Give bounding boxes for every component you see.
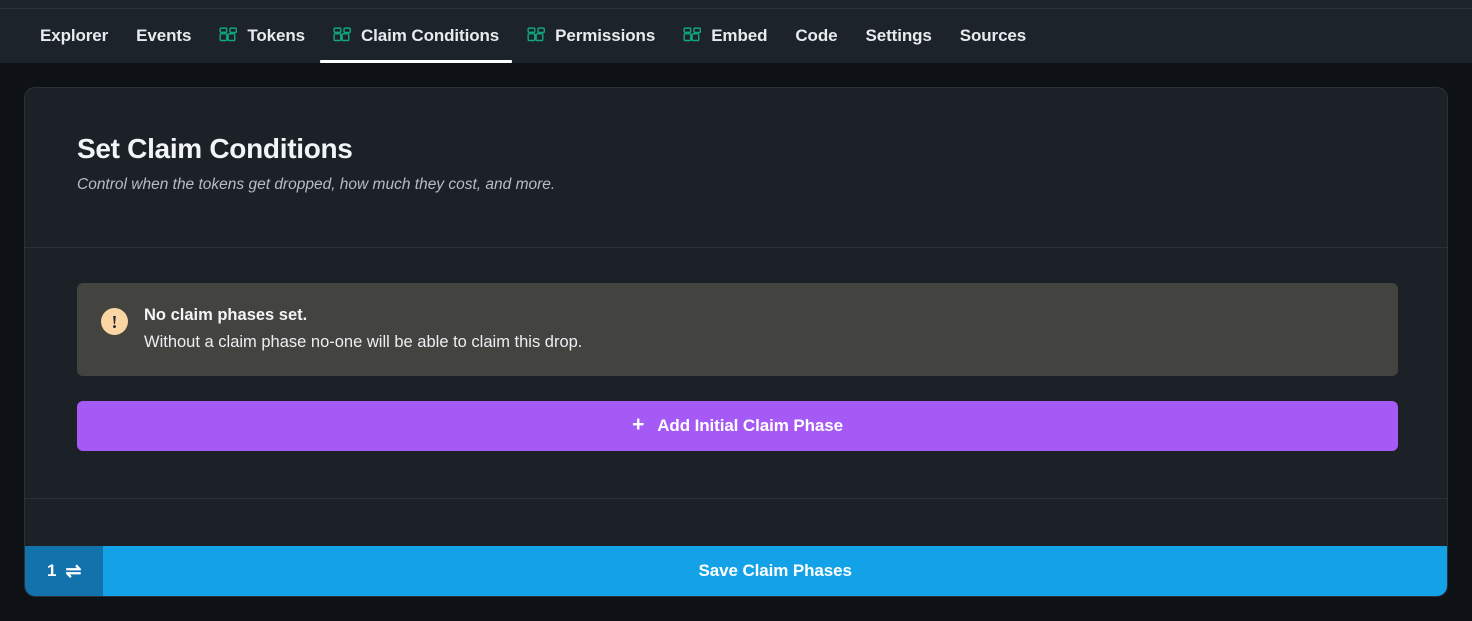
nav-label: Tokens <box>247 26 305 45</box>
nav-item-events[interactable]: Events <box>122 9 205 63</box>
exclamation-circle-icon: ! <box>101 308 128 335</box>
page-subtitle: Control when the tokens get dropped, how… <box>77 175 556 193</box>
alert-text-group: No claim phases set. Without a claim pha… <box>144 305 582 354</box>
alert-description: Without a claim phase no-one will be abl… <box>144 333 583 352</box>
nav-item-tokens[interactable]: Tokens <box>205 9 319 63</box>
nav-label: Permissions <box>555 26 656 45</box>
widget-icon <box>219 26 238 46</box>
action-bar: 1 ⇌ Save Claim Phases <box>25 546 1447 596</box>
alert-title: No claim phases set. <box>144 306 308 324</box>
add-initial-claim-phase-button[interactable]: + Add Initial Claim Phase <box>77 400 1398 451</box>
nav-label: Embed <box>711 26 768 45</box>
nav-item-code[interactable]: Code <box>781 9 851 63</box>
main-nav: Explorer Events Tokens Claim Conditions <box>0 9 1472 63</box>
nav-item-settings[interactable]: Settings <box>851 9 945 63</box>
page-content: Set Claim Conditions Control when the to… <box>0 63 1472 621</box>
nav-label: Settings <box>865 26 932 45</box>
footer-spacer <box>25 499 1447 546</box>
nav-label: Code <box>795 26 838 45</box>
nav-item-permissions[interactable]: Permissions <box>513 9 669 63</box>
nav-label: Events <box>136 26 192 45</box>
transaction-count-badge[interactable]: 1 ⇌ <box>25 546 104 596</box>
nav-item-explorer[interactable]: Explorer <box>26 9 122 63</box>
nav-item-sources[interactable]: Sources <box>946 9 1040 63</box>
claim-conditions-card: Set Claim Conditions Control when the to… <box>24 87 1448 597</box>
nav-label: Explorer <box>40 26 109 45</box>
card-header: Set Claim Conditions Control when the to… <box>25 88 1447 247</box>
card-body: ! No claim phases set. Without a claim p… <box>25 248 1447 498</box>
widget-icon <box>683 26 702 46</box>
widget-icon <box>527 26 546 46</box>
transaction-count: 1 <box>47 561 57 580</box>
nav-label: Sources <box>959 26 1027 45</box>
save-claim-phases-button[interactable]: Save Claim Phases <box>103 546 1447 596</box>
nav-item-claim-conditions[interactable]: Claim Conditions <box>319 9 513 63</box>
widget-icon <box>333 26 352 46</box>
nav-item-embed[interactable]: Embed <box>669 9 781 63</box>
page-title: Set Claim Conditions <box>77 133 353 164</box>
top-strip <box>0 0 1472 9</box>
nav-label: Claim Conditions <box>360 26 500 45</box>
plus-icon: + <box>632 413 645 437</box>
transaction-arrows-icon: ⇌ <box>65 560 82 582</box>
add-phase-label: Add Initial Claim Phase <box>657 415 843 435</box>
no-claim-phases-alert: ! No claim phases set. Without a claim p… <box>77 283 1398 376</box>
exclamation-glyph: ! <box>111 311 118 332</box>
